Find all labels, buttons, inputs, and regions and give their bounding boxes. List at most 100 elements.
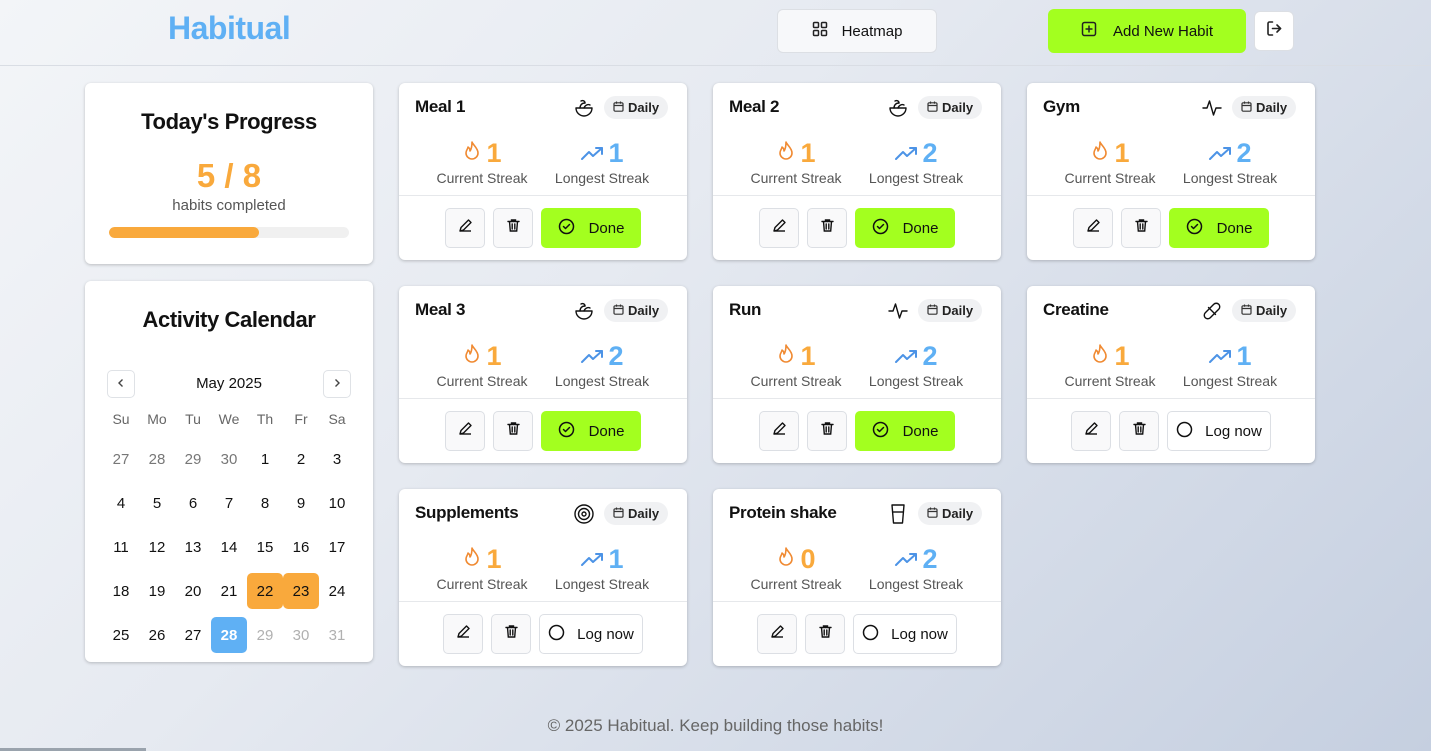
calendar-day[interactable]: 18 — [103, 573, 139, 609]
current-streak-value: 1 — [800, 137, 816, 168]
habit-card: Meal 3 Daily 1 Current Streak 2 Longest Strea… — [399, 286, 687, 463]
calendar-grid: Su Mo Tu We Th Fr Sa 27 28 29 30 1 2 3 4 5 6 7 8 9 10 11 12 13 1… — [103, 401, 355, 657]
logout-button[interactable] — [1254, 11, 1294, 51]
calendar-icon — [927, 303, 938, 318]
calendar-day[interactable]: 27 — [175, 617, 211, 653]
delete-button[interactable] — [491, 614, 531, 654]
calendar-day[interactable]: 25 — [103, 617, 139, 653]
calendar-day[interactable]: 15 — [247, 529, 283, 565]
log-now-button[interactable]: Log now — [1167, 411, 1271, 451]
salad-icon — [572, 299, 596, 323]
calendar-day[interactable]: 28 — [139, 441, 175, 477]
calendar-day[interactable]: 5 — [139, 485, 175, 521]
calendar-day[interactable]: 16 — [283, 529, 319, 565]
trash-icon — [504, 624, 519, 644]
frequency-badge: Daily — [604, 96, 669, 119]
calendar-day[interactable]: 17 — [319, 529, 355, 565]
calendar-day[interactable]: 26 — [139, 617, 175, 653]
calendar-day[interactable]: 27 — [103, 441, 139, 477]
calendar-week: 27 28 29 30 1 2 3 — [103, 437, 355, 481]
current-streak-value: 1 — [486, 137, 502, 168]
edit-button[interactable] — [445, 411, 485, 451]
calendar-day[interactable]: 29 — [175, 441, 211, 477]
calendar-day[interactable]: 2 — [283, 441, 319, 477]
current-streak-value: 1 — [486, 543, 502, 574]
salad-icon — [886, 96, 910, 120]
edit-button[interactable] — [443, 614, 483, 654]
calendar-icon — [1241, 100, 1252, 115]
edit-button[interactable] — [759, 208, 799, 248]
edit-button[interactable] — [757, 614, 797, 654]
flame-icon — [462, 341, 482, 372]
log-now-label: Log now — [577, 625, 634, 643]
calendar-day[interactable]: 13 — [175, 529, 211, 565]
calendar-day[interactable]: 19 — [139, 573, 175, 609]
delete-button[interactable] — [1121, 208, 1161, 248]
frequency-badge: Daily — [918, 96, 983, 119]
calendar-day[interactable]: 24 — [319, 573, 355, 609]
plus-square-icon — [1081, 21, 1097, 41]
calendar-day[interactable]: 31 — [319, 617, 355, 653]
add-habit-button[interactable]: Add New Habit — [1048, 9, 1246, 53]
delete-button[interactable] — [1119, 411, 1159, 451]
calendar-day[interactable]: 6 — [175, 485, 211, 521]
check-circle-icon — [872, 421, 889, 442]
current-streak-label: Current Streak — [1064, 373, 1156, 389]
trending-up-icon — [894, 544, 918, 575]
calendar-day[interactable]: 4 — [103, 485, 139, 521]
progress-bar — [109, 227, 349, 238]
done-button[interactable]: Done — [541, 208, 641, 248]
frequency-label: Daily — [1256, 100, 1288, 115]
calendar-day[interactable]: 14 — [211, 529, 247, 565]
delete-button[interactable] — [805, 614, 845, 654]
next-month-button[interactable] — [323, 370, 351, 398]
log-now-button[interactable]: Log now — [853, 614, 957, 654]
calendar-day[interactable]: 30 — [283, 617, 319, 653]
delete-button[interactable] — [807, 411, 847, 451]
longest-streak-value: 2 — [922, 340, 938, 371]
habit-name: Protein shake — [729, 503, 837, 522]
done-label: Done — [902, 422, 939, 440]
done-button[interactable]: Done — [855, 208, 955, 248]
delete-button[interactable] — [807, 208, 847, 248]
edit-button[interactable] — [759, 411, 799, 451]
calendar-day[interactable]: 29 — [247, 617, 283, 653]
flame-icon — [776, 138, 796, 169]
flame-icon — [462, 138, 482, 169]
habit-name: Meal 2 — [729, 97, 780, 116]
log-now-button[interactable]: Log now — [539, 614, 643, 654]
calendar-day[interactable]: 30 — [211, 441, 247, 477]
calendar-day[interactable]: 3 — [319, 441, 355, 477]
app-logo[interactable]: Habitual — [168, 10, 291, 47]
edit-button[interactable] — [445, 208, 485, 248]
habit-card: Protein shake Daily 0 Current Streak 2 Longes… — [713, 489, 1001, 666]
calendar-day[interactable]: 11 — [103, 529, 139, 565]
delete-button[interactable] — [493, 208, 533, 248]
delete-button[interactable] — [493, 411, 533, 451]
calendar-day[interactable]: 9 — [283, 485, 319, 521]
current-streak-label: Current Streak — [1064, 170, 1156, 186]
calendar-day[interactable]: 1 — [247, 441, 283, 477]
done-button[interactable]: Done — [855, 411, 955, 451]
calendar-day[interactable]: 20 — [175, 573, 211, 609]
calendar-day[interactable]: 8 — [247, 485, 283, 521]
circle-icon — [862, 624, 879, 645]
calendar-day[interactable]: 23 — [283, 573, 319, 609]
calendar-day[interactable]: 7 — [211, 485, 247, 521]
trash-icon — [820, 421, 835, 441]
calendar-day[interactable]: 22 — [247, 573, 283, 609]
edit-button[interactable] — [1073, 208, 1113, 248]
frequency-label: Daily — [628, 100, 660, 115]
done-button[interactable]: Done — [541, 411, 641, 451]
frequency-label: Daily — [942, 100, 974, 115]
done-button[interactable]: Done — [1169, 208, 1269, 248]
edit-button[interactable] — [1071, 411, 1111, 451]
longest-streak: 1 Longest Streak — [537, 544, 667, 593]
calendar-day[interactable]: 12 — [139, 529, 175, 565]
calendar-day[interactable]: 21 — [211, 573, 247, 609]
heatmap-button[interactable]: Heatmap — [777, 9, 937, 53]
flame-icon — [776, 544, 796, 575]
calendar-day-today[interactable]: 28 — [211, 617, 247, 653]
calendar-day[interactable]: 10 — [319, 485, 355, 521]
habit-name: Gym — [1043, 97, 1080, 116]
